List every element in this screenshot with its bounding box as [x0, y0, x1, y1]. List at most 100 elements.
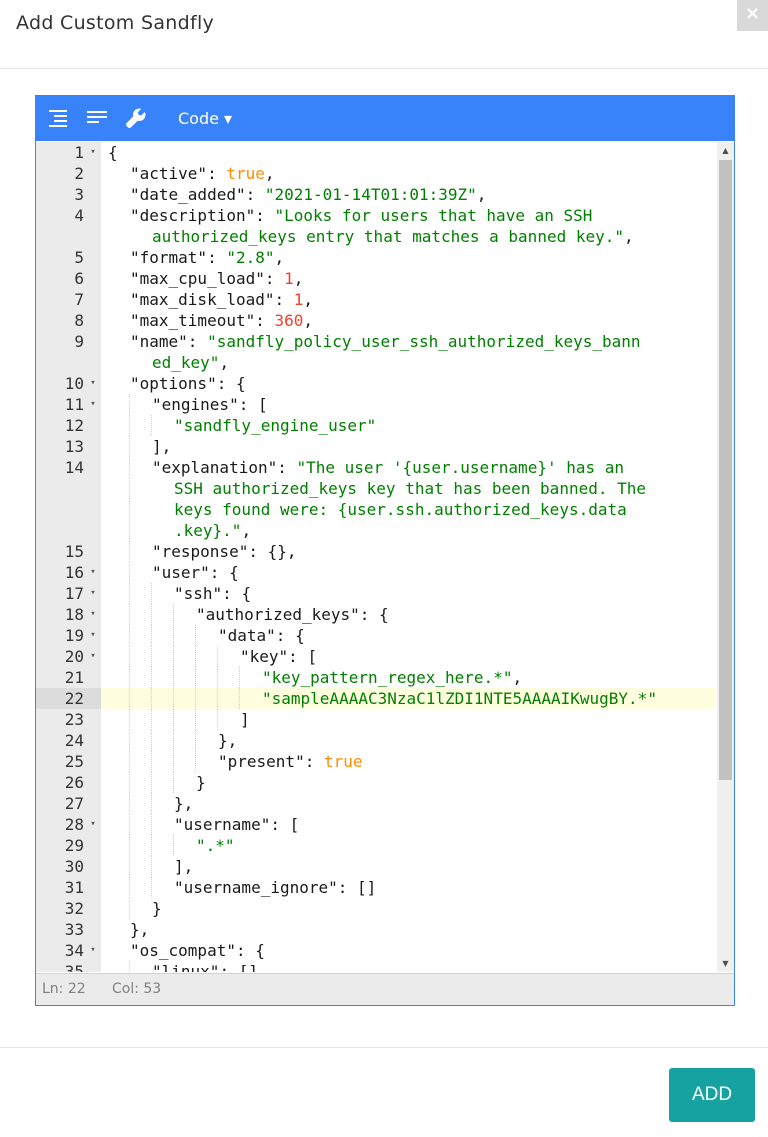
code-line[interactable]: 14 "explanation": "The user '{user.userna… — [36, 457, 716, 478]
code-line[interactable]: ed_key", — [36, 352, 716, 373]
code-token: : { — [216, 374, 246, 393]
fold-toggle-icon[interactable]: ▾ — [88, 583, 98, 604]
line-number: 12 — [64, 416, 84, 435]
line-number: 16 — [64, 563, 84, 582]
code-token: SSH authorized_keys key that has been ba… — [174, 479, 647, 498]
code-line[interactable]: 18 ▾ "authorized_keys": { — [36, 604, 716, 625]
indent-guide — [217, 688, 218, 709]
code-text: "response": {}, — [101, 541, 716, 562]
scrollbar-thumb[interactable] — [719, 160, 732, 780]
code-token: }, — [218, 731, 238, 750]
format-icon[interactable] — [46, 106, 70, 130]
indent-guide — [195, 667, 196, 688]
indent-guide — [129, 604, 130, 625]
fold-toggle-icon[interactable]: ▾ — [88, 940, 98, 961]
indent-guide — [173, 604, 174, 625]
indent-guide — [173, 751, 174, 772]
line-number: 34 — [64, 941, 84, 960]
code-line[interactable]: 29 ".*" — [36, 835, 716, 856]
line-number: 28 — [64, 815, 84, 834]
code-line[interactable]: 35 "linux": [] — [36, 961, 716, 972]
fold-toggle-icon[interactable]: ▾ — [88, 142, 98, 163]
code-token: } — [196, 773, 206, 792]
indent-guide — [151, 772, 152, 793]
code-line[interactable]: 34 ▾ "os_compat": { — [36, 940, 716, 961]
code-area[interactable]: 1 ▾{2 "active": true, 3 "date_added": "2021-… — [36, 142, 716, 972]
code-token: "username_ignore" — [174, 878, 338, 897]
indent-guide — [129, 520, 130, 541]
code-line[interactable]: authorized_keys entry that matches a ban… — [36, 226, 716, 247]
code-line[interactable]: 27}, — [36, 793, 716, 814]
code-line[interactable]: 3 "date_added": "2021-01-14T01:01:39Z", — [36, 184, 716, 205]
indent-guide — [151, 856, 152, 877]
indent-guide — [173, 772, 174, 793]
close-icon[interactable]: × — [737, 0, 768, 31]
add-button[interactable]: ADD — [669, 1068, 755, 1122]
code-line[interactable]: 8 "max_timeout": 360, — [36, 310, 716, 331]
indent-guide — [129, 877, 130, 898]
code-text: "max_cpu_load": 1, — [101, 268, 716, 289]
code-line[interactable]: 9 "name": "sandfly_policy_user_ssh_author… — [36, 331, 716, 352]
code-line[interactable]: 11 ▾ "engines": [ — [36, 394, 716, 415]
code-line[interactable]: 32} — [36, 898, 716, 919]
code-line[interactable]: 30], — [36, 856, 716, 877]
code-token: .key}." — [174, 521, 242, 540]
scroll-down-icon[interactable]: ▼ — [717, 955, 734, 972]
vertical-scrollbar[interactable]: ▲ ▼ — [717, 142, 734, 972]
code-line[interactable]: SSH authorized_keys key that has been ba… — [36, 478, 716, 499]
code-line[interactable]: .key}.", — [36, 520, 716, 541]
code-line[interactable]: 26} — [36, 772, 716, 793]
indent-guide — [129, 730, 130, 751]
fold-toggle-icon[interactable]: ▾ — [88, 604, 98, 625]
indent-guide — [151, 415, 152, 436]
code-line[interactable]: 6 "max_cpu_load": 1, — [36, 268, 716, 289]
code-line[interactable]: 17 ▾ "ssh": { — [36, 583, 716, 604]
code-token: "format" — [130, 248, 208, 267]
code-line[interactable]: 13], — [36, 436, 716, 457]
code-token: "Looks for users that have an SSH — [274, 206, 593, 225]
code-line[interactable]: 5 "format": "2.8", — [36, 247, 716, 268]
code-line[interactable]: 31 "username_ignore": [] — [36, 877, 716, 898]
code-line[interactable]: 15 "response": {}, — [36, 541, 716, 562]
code-line[interactable]: 1 ▾ { — [36, 142, 716, 163]
code-line[interactable]: 22 "sampleAAAAC3NzaC1lZDI1NTE5AAAAIKwugBY… — [36, 688, 716, 709]
code-token: "key" — [240, 647, 289, 666]
fold-toggle-icon[interactable]: ▾ — [88, 394, 98, 415]
repair-wrench-icon[interactable] — [124, 106, 148, 130]
code-line[interactable]: 4 "description": "Looks for users that ha… — [36, 205, 716, 226]
code-line[interactable]: 7 "max_disk_load": 1, — [36, 289, 716, 310]
code-line[interactable]: 21 "key_pattern_regex_here.*", — [36, 667, 716, 688]
code-line[interactable]: 10 ▾ "options": { — [36, 373, 716, 394]
code-line[interactable]: 12 "sandfly_engine_user" — [36, 415, 716, 436]
code-text: .key}.", — [101, 520, 716, 541]
fold-toggle-icon[interactable]: ▾ — [88, 814, 98, 835]
compact-icon[interactable] — [85, 106, 109, 130]
code-line[interactable]: 16 ▾ "user": { — [36, 562, 716, 583]
code-line[interactable]: 24}, — [36, 730, 716, 751]
code-line[interactable]: 2 "active": true, — [36, 163, 716, 184]
indent-guide — [217, 709, 218, 730]
indent-guide — [129, 751, 130, 772]
cursor-column-status: Col: 53 — [112, 981, 162, 997]
scroll-up-icon[interactable]: ▲ — [717, 142, 734, 159]
line-number: 31 — [64, 878, 84, 897]
code-token: : — [277, 458, 297, 477]
code-line[interactable]: 28 ▾ "username": [ — [36, 814, 716, 835]
code-line[interactable]: 23] — [36, 709, 716, 730]
code-line[interactable]: 19 ▾ "data": { — [36, 625, 716, 646]
code-line[interactable]: 33}, — [36, 919, 716, 940]
code-text: "active": true, — [101, 163, 716, 184]
code-line[interactable]: 25 "present": true — [36, 751, 716, 772]
mode-dropdown[interactable]: Code ▾ — [178, 109, 232, 128]
fold-toggle-icon[interactable]: ▾ — [88, 625, 98, 646]
indent-guide — [217, 667, 218, 688]
code-line[interactable]: 20 ▾ "key": [ — [36, 646, 716, 667]
code-text: "key_pattern_regex_here.*", — [101, 667, 716, 688]
fold-toggle-icon[interactable]: ▾ — [88, 373, 98, 394]
code-token: : — [207, 164, 227, 183]
fold-toggle-icon[interactable]: ▾ — [88, 646, 98, 667]
fold-toggle-icon[interactable]: ▾ — [88, 562, 98, 583]
code-line[interactable]: keys found were: {user.ssh.authorized_ke… — [36, 499, 716, 520]
line-number: 3 — [74, 185, 84, 204]
code-text: "data": { — [101, 625, 716, 646]
